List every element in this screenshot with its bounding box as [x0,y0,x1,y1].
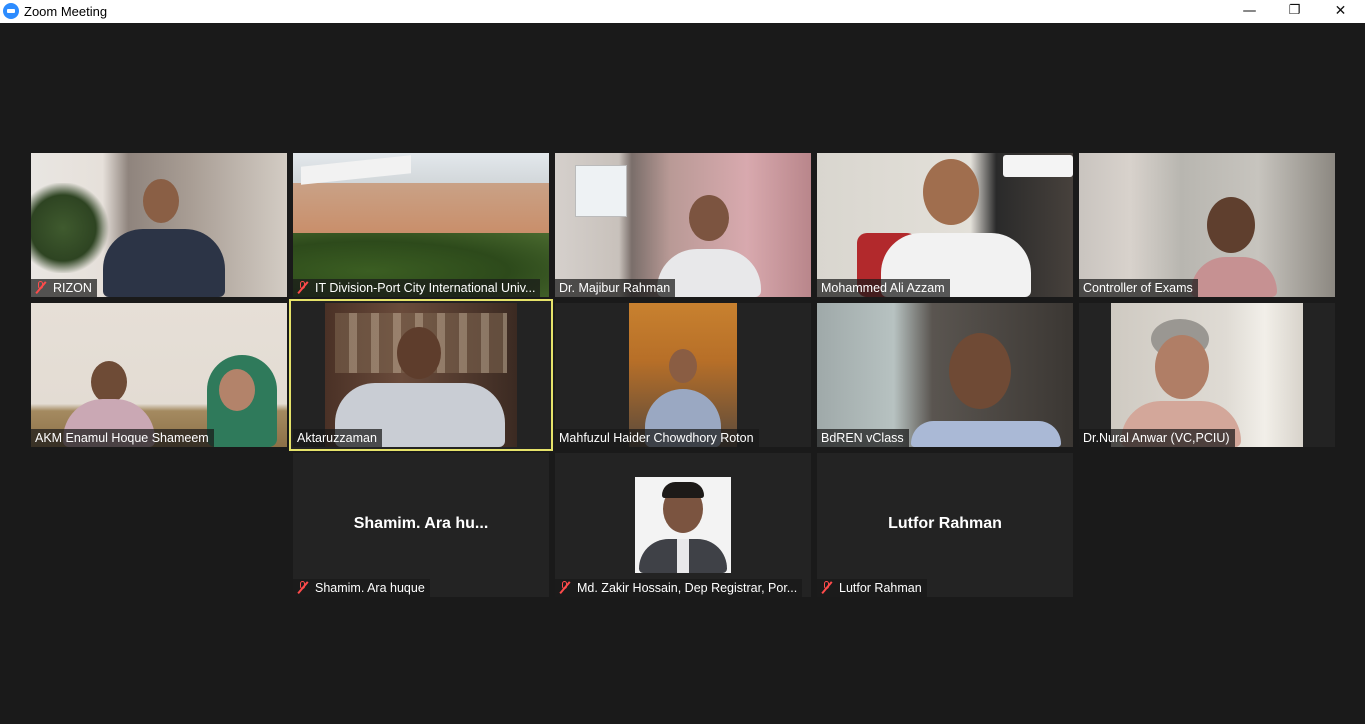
mic-muted-icon [297,281,309,294]
participant-nameplate: RIZON [31,279,97,297]
participant-nameplate: Md. Zakir Hossain, Dep Registrar, Por... [555,579,803,597]
participant-nameplate: Mahfuzul Haider Chowdhory Roton [555,429,759,447]
participant-name: Controller of Exams [1083,281,1193,295]
video-tile[interactable]: BdREN vClass [817,303,1073,447]
participant-name: BdREN vClass [821,431,904,445]
participant-name: Aktaruzzaman [297,431,377,445]
close-button[interactable]: ✕ [1318,0,1363,23]
participant-video [555,153,811,297]
participant-nameplate: Dr.Nural Anwar (VC,PCIU) [1079,429,1235,447]
participant-video [31,303,287,447]
participant-nameplate: Dr. Majibur Rahman [555,279,676,297]
participant-nameplate: Lutfor Rahman [817,579,927,597]
participant-display-name: Lutfor Rahman [888,515,1002,532]
mic-muted-icon [821,581,833,594]
participant-video [1079,153,1335,297]
participant-name: Dr.Nural Anwar (VC,PCIU) [1083,431,1230,445]
participant-video [629,303,737,447]
participant-nameplate: IT Division-Port City International Univ… [293,279,541,297]
participant-name: Mahfuzul Haider Chowdhory Roton [559,431,754,445]
participant-nameplate: Aktaruzzaman [293,429,382,447]
video-tile[interactable]: Dr. Majibur Rahman [555,153,811,297]
participant-video [31,153,287,297]
restore-button[interactable]: ❐ [1272,0,1317,23]
participant-video [1111,303,1303,447]
video-tile[interactable]: IT Division-Port City International Univ… [293,153,549,297]
video-tile-no-video[interactable]: Lutfor Rahman Lutfor Rahman [817,453,1073,597]
video-tile[interactable]: Dr.Nural Anwar (VC,PCIU) [1079,303,1335,447]
participant-name: AKM Enamul Hoque Shameem [35,431,209,445]
mic-muted-icon [35,281,47,294]
zoom-app-icon [3,3,19,19]
participant-name: Shamim. Ara huque [315,581,425,595]
participant-profile-photo [635,477,731,573]
participant-name: RIZON [53,281,92,295]
participant-nameplate: Controller of Exams [1079,279,1198,297]
participant-name: IT Division-Port City International Univ… [315,281,536,295]
participant-video [293,153,549,297]
participant-name: Dr. Majibur Rahman [559,281,671,295]
participant-nameplate: Mohammed Ali Azzam [817,279,950,297]
participant-nameplate: AKM Enamul Hoque Shameem [31,429,214,447]
participant-nameplate: BdREN vClass [817,429,909,447]
participant-name: Lutfor Rahman [839,581,922,595]
video-tile-active-speaker[interactable]: Aktaruzzaman [291,301,551,449]
window-titlebar: Zoom Meeting — ❐ ✕ [0,0,1365,23]
participant-name: Md. Zakir Hossain, Dep Registrar, Por... [577,581,798,595]
participant-video [325,303,517,447]
minimize-button[interactable]: — [1227,0,1272,23]
video-tile[interactable]: RIZON [31,153,287,297]
video-tile-profile-photo[interactable]: Md. Zakir Hossain, Dep Registrar, Por... [555,453,811,597]
video-tile[interactable]: AKM Enamul Hoque Shameem [31,303,287,447]
participant-name: Mohammed Ali Azzam [821,281,945,295]
video-tile[interactable]: Controller of Exams [1079,153,1335,297]
participant-nameplate: Shamim. Ara huque [293,579,430,597]
video-tile-no-video[interactable]: Shamim. Ara hu... Shamim. Ara huque [293,453,549,597]
mic-muted-icon [559,581,571,594]
participant-video [817,153,1073,297]
video-tile[interactable]: Mohammed Ali Azzam [817,153,1073,297]
participant-display-name: Shamim. Ara hu... [353,515,489,532]
participant-video [817,303,1073,447]
video-tile[interactable]: Mahfuzul Haider Chowdhory Roton [555,303,811,447]
mic-muted-icon [297,581,309,594]
window-title: Zoom Meeting [24,4,108,19]
